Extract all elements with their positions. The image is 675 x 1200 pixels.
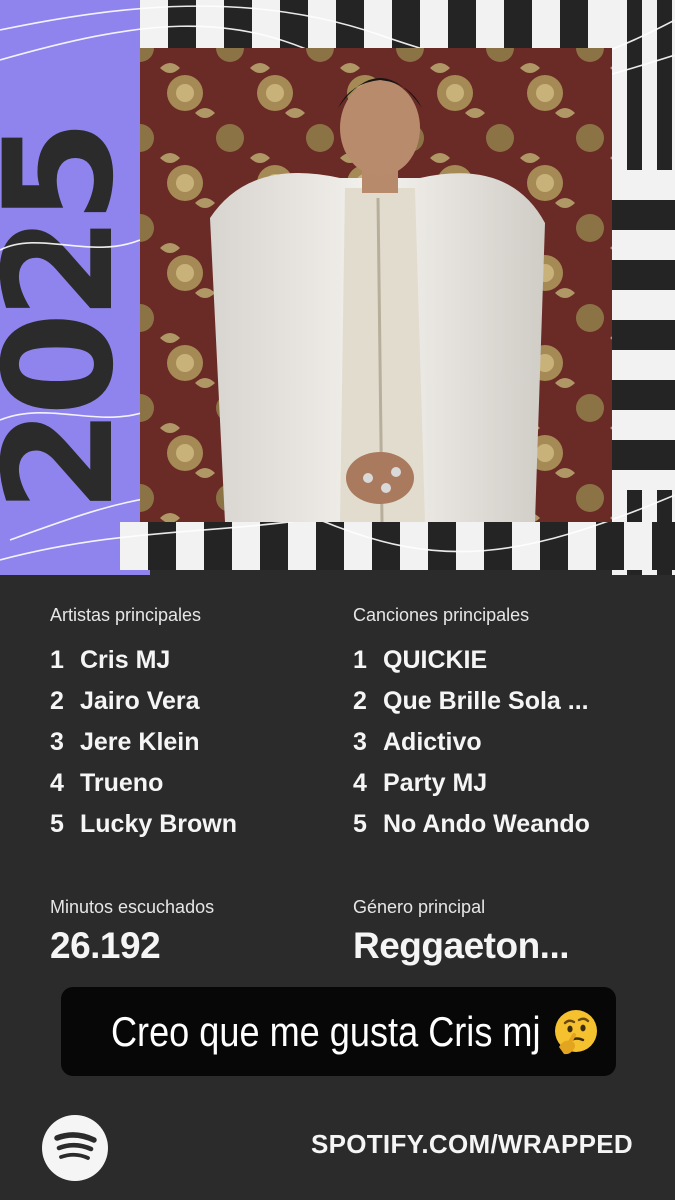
song-item: 5 No Ando Weando bbox=[353, 804, 590, 845]
minutes-label: Minutos escuchados bbox=[50, 897, 215, 917]
song-name: Que Brille Sola ... bbox=[383, 687, 589, 715]
artist-name: Jairo Vera bbox=[80, 687, 200, 715]
rank-number: 4 bbox=[50, 769, 64, 797]
song-name: No Ando Weando bbox=[383, 810, 590, 838]
artist-item: 1 Cris MJ bbox=[50, 640, 237, 681]
top-genre: Género principal Reggaeton... bbox=[353, 896, 570, 970]
rank-number: 4 bbox=[353, 769, 367, 797]
song-name: QUICKIE bbox=[383, 646, 488, 674]
rank-number: 2 bbox=[50, 687, 64, 715]
song-item: 4 Party MJ bbox=[353, 763, 590, 804]
rank-number: 3 bbox=[50, 728, 64, 756]
genre-value: Reggaeton... bbox=[353, 925, 570, 966]
rank-number: 5 bbox=[353, 810, 367, 838]
album-art-image bbox=[140, 48, 612, 522]
artist-name: Lucky Brown bbox=[80, 810, 237, 838]
caption-text: Creo que me gusta Cris mj bbox=[110, 1007, 541, 1055]
rank-number: 2 bbox=[353, 687, 367, 715]
artist-name: Cris MJ bbox=[80, 646, 171, 674]
rank-number: 1 bbox=[50, 646, 64, 674]
top-artists-title: Artistas principales bbox=[50, 605, 202, 625]
story-caption[interactable]: Creo que me gusta Cris mj bbox=[61, 987, 616, 1076]
rank-number: 5 bbox=[50, 810, 64, 838]
song-item: 3 Adictivo bbox=[353, 722, 590, 763]
top-artists-list: 1 Cris MJ 2 Jairo Vera 3 Jere Klein 4 Trueno… bbox=[50, 640, 237, 845]
song-name: Party MJ bbox=[383, 769, 488, 797]
genre-label: Género principal bbox=[353, 897, 486, 917]
top-songs-list: 1 QUICKIE 2 Que Brille Sola ... 3 Adictivo … bbox=[353, 640, 590, 845]
song-item: 2 Que Brille Sola ... bbox=[353, 681, 590, 722]
rank-number: 3 bbox=[353, 728, 367, 756]
song-name: Adictivo bbox=[383, 728, 482, 756]
artist-name: Trueno bbox=[80, 769, 164, 797]
artist-item: 5 Lucky Brown bbox=[50, 804, 237, 845]
top-songs-section: Canciones principales 1 QUICKIE 2 Que Bril… bbox=[353, 604, 590, 845]
rank-number: 1 bbox=[353, 646, 367, 674]
minutes-listened: Minutos escuchados 26.192 bbox=[50, 896, 214, 970]
artist-name: Jere Klein bbox=[80, 728, 200, 756]
wrapped-url-link[interactable]: SPOTIFY.COM/WRAPPED bbox=[311, 1129, 633, 1160]
artist-item: 3 Jere Klein bbox=[50, 722, 237, 763]
wrapped-header-art: 2025 bbox=[0, 0, 675, 575]
top-songs-title: Canciones principales bbox=[353, 605, 530, 625]
minutes-value: 26.192 bbox=[50, 925, 161, 966]
artist-item: 2 Jairo Vera bbox=[50, 681, 237, 722]
thinking-face-icon bbox=[555, 1009, 598, 1054]
song-item: 1 QUICKIE bbox=[353, 640, 590, 681]
top-artists-section: Artistas principales 1 Cris MJ 2 Jairo Ver… bbox=[50, 604, 237, 845]
spotify-logo-icon[interactable] bbox=[42, 1115, 108, 1181]
artist-item: 4 Trueno bbox=[50, 763, 237, 804]
